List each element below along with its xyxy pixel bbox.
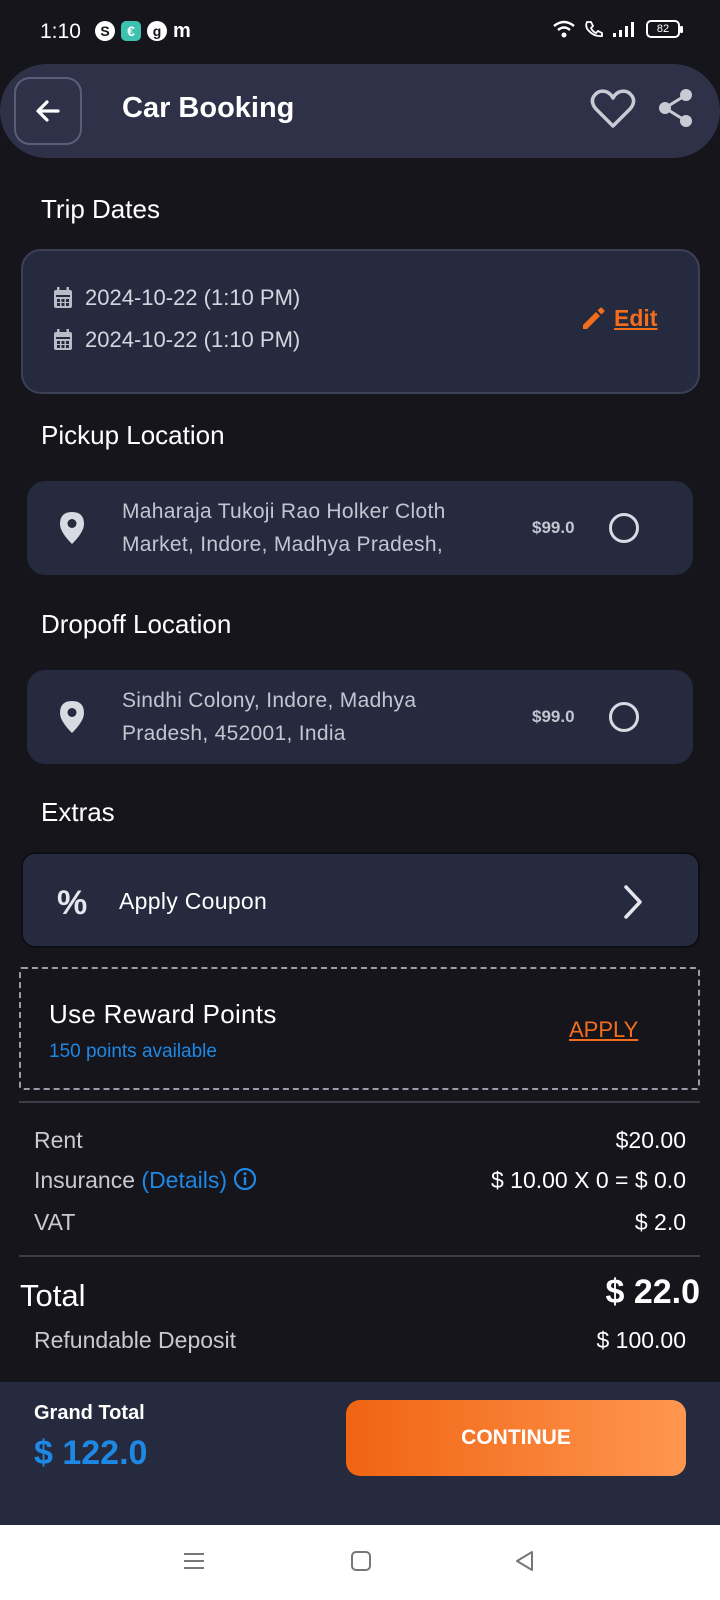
battery-icon: 82 <box>646 20 680 38</box>
reward-points-title: Use Reward Points <box>49 999 277 1030</box>
divider <box>19 1255 700 1257</box>
pickup-price: $99.0 <box>532 518 575 538</box>
page-title: Car Booking <box>122 92 294 125</box>
dropoff-address-line-2: Pradesh, 452001, India <box>122 717 502 750</box>
dropoff-price: $99.0 <box>532 707 575 727</box>
calendar-icon <box>53 329 73 351</box>
calendar-icon <box>53 287 73 309</box>
rent-row: Rent $20.00 <box>34 1127 686 1154</box>
start-date-text: 2024-10-22 (1:10 PM) <box>85 285 300 311</box>
call-icon <box>584 20 604 38</box>
dropoff-location-card[interactable]: Sindhi Colony, Indore, Madhya Pradesh, 4… <box>27 670 693 764</box>
apply-reward-button[interactable]: APPLY <box>569 1017 638 1043</box>
trip-dates-title: Trip Dates <box>41 194 160 225</box>
dropoff-radio[interactable] <box>609 702 639 732</box>
rent-label: Rent <box>34 1127 83 1153</box>
skype-icon: S <box>95 21 115 41</box>
grand-total-label: Grand Total <box>34 1402 145 1425</box>
status-time: 1:10 <box>40 20 81 44</box>
vat-value: $ 2.0 <box>635 1209 686 1236</box>
continue-button[interactable]: CONTINUE <box>346 1400 686 1476</box>
checkout-bar: Grand Total $ 122.0 CONTINUE <box>0 1382 720 1525</box>
pickup-radio[interactable] <box>609 513 639 543</box>
apply-coupon-label: Apply Coupon <box>119 888 267 915</box>
car-booking-screen: 1:10 S € g m 82 <box>0 0 720 1600</box>
arrow-left-icon <box>34 97 62 125</box>
edit-label: Edit <box>614 305 657 332</box>
pickup-address-line-1: Maharaja Tukoji Rao Holker Cloth <box>122 495 502 528</box>
home-icon[interactable] <box>350 1550 372 1572</box>
insurance-value: $ 10.00 X 0 = $ 0.0 <box>491 1167 686 1194</box>
dropoff-address-line-1: Sindhi Colony, Indore, Madhya <box>122 684 502 717</box>
extras-title: Extras <box>41 797 115 828</box>
m-app-icon: m <box>173 21 191 41</box>
divider <box>19 1101 700 1103</box>
location-pin-icon <box>59 511 85 545</box>
location-pin-icon <box>59 700 85 734</box>
apply-coupon-button[interactable]: % Apply Coupon <box>21 852 700 948</box>
system-icons: 82 <box>552 20 680 38</box>
favorite-button[interactable] <box>590 88 636 134</box>
trip-dates-card: 2024-10-22 (1:10 PM) 2024-10-22 (1:10 PM… <box>21 249 700 394</box>
app-header: Car Booking <box>0 64 720 158</box>
g-app-icon: g <box>147 21 167 41</box>
share-button[interactable] <box>658 88 698 134</box>
total-label: Total <box>20 1278 85 1314</box>
vat-label: VAT <box>34 1209 75 1235</box>
percent-icon: % <box>57 884 87 923</box>
pencil-icon <box>580 306 606 332</box>
share-icon <box>658 88 694 128</box>
rent-value: $20.00 <box>616 1127 686 1154</box>
dropoff-address: Sindhi Colony, Indore, Madhya Pradesh, 4… <box>122 684 502 750</box>
back-nav-icon[interactable] <box>514 1550 536 1572</box>
edit-dates-button[interactable]: Edit <box>580 305 657 332</box>
start-date-row: 2024-10-22 (1:10 PM) <box>53 285 300 311</box>
pickup-address: Maharaja Tukoji Rao Holker Cloth Market,… <box>122 495 502 561</box>
reward-points-box: Use Reward Points 150 points available A… <box>19 967 700 1090</box>
back-button[interactable] <box>14 77 82 145</box>
deposit-row: Refundable Deposit $ 100.00 <box>34 1327 686 1354</box>
heart-icon <box>590 88 636 130</box>
info-icon <box>233 1167 257 1191</box>
pickup-location-title: Pickup Location <box>41 420 225 451</box>
grand-total-value: $ 122.0 <box>34 1434 147 1473</box>
vat-row: VAT $ 2.0 <box>34 1209 686 1236</box>
end-date-text: 2024-10-22 (1:10 PM) <box>85 327 300 353</box>
deposit-label: Refundable Deposit <box>34 1327 236 1353</box>
insurance-row: Insurance (Details) $ 10.00 X 0 = $ 0.0 <box>34 1167 686 1194</box>
insurance-label: Insurance <box>34 1167 135 1193</box>
app-icon: € <box>121 21 141 41</box>
menu-icon[interactable] <box>183 1550 205 1572</box>
pickup-location-card[interactable]: Maharaja Tukoji Rao Holker Cloth Market,… <box>27 481 693 575</box>
reward-points-available: 150 points available <box>49 1041 217 1063</box>
deposit-value: $ 100.00 <box>596 1327 686 1354</box>
signal-icon <box>612 20 638 38</box>
pickup-address-line-2: Market, Indore, Madhya Pradesh, <box>122 528 502 561</box>
notification-icons: S € g m <box>95 21 191 41</box>
dropoff-location-title: Dropoff Location <box>41 609 231 640</box>
system-nav-bar <box>0 1525 720 1600</box>
end-date-row: 2024-10-22 (1:10 PM) <box>53 327 300 353</box>
insurance-details-label: (Details) <box>141 1167 227 1193</box>
wifi-icon <box>552 20 576 38</box>
insurance-details-link[interactable]: (Details) <box>141 1167 257 1193</box>
status-bar: 1:10 S € g m 82 <box>0 0 720 62</box>
total-value: $ 22.0 <box>605 1273 700 1312</box>
chevron-right-icon <box>621 884 645 920</box>
